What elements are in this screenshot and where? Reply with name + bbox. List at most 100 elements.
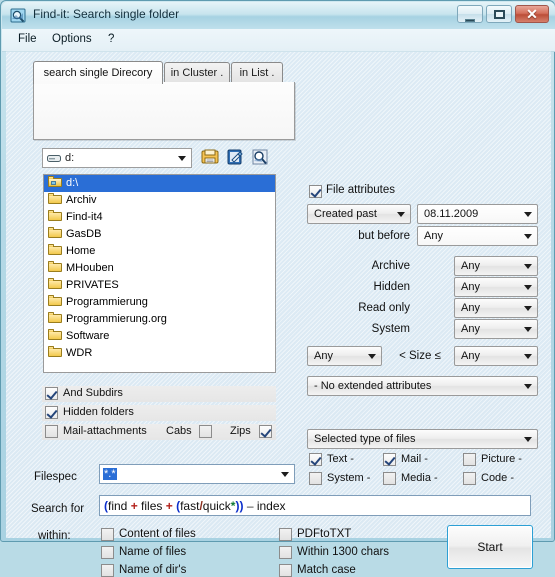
search-token: index bbox=[253, 499, 286, 513]
drive-icon bbox=[47, 154, 61, 163]
type-text-checkbox[interactable] bbox=[309, 453, 322, 466]
hidden-folders-checkbox[interactable] bbox=[45, 406, 58, 419]
tab-in-cluster[interactable]: in Cluster . bbox=[164, 62, 230, 83]
type-mail-checkbox[interactable] bbox=[383, 453, 396, 466]
type-picture-checkbox[interactable] bbox=[463, 453, 476, 466]
read-only-combobox[interactable]: Any bbox=[454, 298, 538, 318]
tree-item[interactable]: MHouben bbox=[44, 260, 275, 277]
name-of-dirs-checkbox[interactable] bbox=[101, 564, 114, 577]
tree-item[interactable]: Archiv bbox=[44, 192, 275, 209]
read-only-label: Read only bbox=[358, 302, 410, 314]
client-area: search single Direcory in Cluster . in L… bbox=[6, 51, 551, 577]
archive-label: Archive bbox=[371, 260, 410, 272]
created-combobox[interactable]: Created past bbox=[307, 204, 411, 224]
tab-search-single-directory[interactable]: search single Direcory bbox=[33, 61, 163, 84]
start-button-label: Start bbox=[477, 540, 503, 554]
drive-combobox[interactable]: d: bbox=[42, 148, 192, 168]
menu-item-file[interactable]: File bbox=[12, 33, 43, 48]
size-max-combobox[interactable]: Any bbox=[454, 346, 538, 366]
folder-icon bbox=[48, 312, 63, 324]
folder-icon bbox=[48, 210, 63, 222]
tree-item[interactable]: Programmierung.org bbox=[44, 311, 275, 328]
extended-attributes-combobox[interactable]: - No extended attributes bbox=[307, 376, 538, 396]
search-for-label: Search for bbox=[31, 503, 85, 515]
save-icon[interactable] bbox=[200, 147, 220, 167]
search-token: + bbox=[130, 499, 138, 513]
tree-item[interactable]: PRIVATES bbox=[44, 277, 275, 294]
cabs-checkbox[interactable] bbox=[199, 425, 212, 438]
match-case-checkbox[interactable] bbox=[279, 564, 292, 577]
tree-item[interactable]: d:\ bbox=[44, 175, 275, 192]
match-case-label: Match case bbox=[297, 564, 356, 576]
date-combobox[interactable]: 08.11.2009 bbox=[417, 204, 538, 224]
type-system-label: System - bbox=[327, 472, 371, 484]
tree-item-label: d:\ bbox=[66, 177, 79, 189]
but-before-label: but before bbox=[358, 230, 410, 242]
name-of-files-checkbox[interactable] bbox=[101, 546, 114, 559]
close-button[interactable]: ✕ bbox=[515, 5, 549, 23]
mail-attachments-checkbox[interactable] bbox=[45, 425, 58, 438]
find-icon[interactable] bbox=[250, 147, 270, 167]
chevron-down-icon bbox=[178, 156, 186, 161]
tree-item[interactable]: Programmierung bbox=[44, 294, 275, 311]
within-chars-checkbox[interactable] bbox=[279, 546, 292, 559]
size-max-value: Any bbox=[461, 350, 480, 362]
content-of-files-checkbox[interactable] bbox=[101, 528, 114, 541]
search-query-value: (find + files + (fast/quick*)) – index bbox=[104, 499, 286, 513]
tree-item[interactable]: Software bbox=[44, 328, 275, 345]
tree-item-label: WDR bbox=[66, 347, 93, 359]
filespec-combobox[interactable]: *.* bbox=[99, 464, 295, 484]
archive-combobox[interactable]: Any bbox=[454, 256, 538, 276]
tree-item[interactable]: Find-it4 bbox=[44, 209, 275, 226]
file-type-combobox[interactable]: Selected type of files bbox=[307, 429, 538, 449]
tab-strip: search single Direcory in Cluster . in L… bbox=[33, 61, 293, 84]
title-bar: Find-it: Search single folder ✕ bbox=[2, 2, 555, 29]
size-min-value: Any bbox=[314, 350, 333, 362]
tree-item-label: Software bbox=[66, 330, 110, 342]
and-subdirs-checkbox[interactable] bbox=[45, 387, 58, 400]
zips-checkbox[interactable] bbox=[259, 425, 272, 438]
system-value: Any bbox=[461, 323, 480, 335]
menu-item-help[interactable]: ? bbox=[102, 33, 120, 48]
size-min-combobox[interactable]: Any bbox=[307, 346, 382, 366]
type-media-checkbox[interactable] bbox=[383, 472, 396, 485]
folder-icon bbox=[48, 193, 63, 205]
content-of-files-label: Content of files bbox=[119, 528, 196, 540]
hidden-label: Hidden bbox=[373, 281, 410, 293]
folder-icon bbox=[48, 329, 63, 341]
folder-icon bbox=[48, 244, 63, 256]
pdftotxt-checkbox[interactable] bbox=[279, 528, 292, 541]
start-button[interactable]: Start bbox=[447, 525, 533, 569]
close-icon: ✕ bbox=[526, 5, 538, 22]
tab-page-panel bbox=[33, 82, 295, 140]
date-value: 08.11.2009 bbox=[424, 208, 479, 220]
type-system-checkbox[interactable] bbox=[309, 472, 322, 485]
tree-item-label: MHouben bbox=[66, 262, 114, 274]
tree-item[interactable]: GasDB bbox=[44, 226, 275, 243]
chevron-down-icon bbox=[524, 285, 532, 290]
folder-tree[interactable]: d:\ Archiv Find-it4 GasDB Home MHouben P… bbox=[43, 174, 276, 373]
but-before-combobox[interactable]: Any bbox=[417, 226, 538, 246]
tree-item[interactable]: Home bbox=[44, 243, 275, 260]
menu-item-options[interactable]: Options bbox=[46, 33, 98, 48]
system-combobox[interactable]: Any bbox=[454, 319, 538, 339]
tab-in-list[interactable]: in List . bbox=[231, 62, 283, 83]
chevron-down-icon bbox=[281, 472, 289, 477]
search-query-input[interactable]: (find + files + (fast/quick*)) – index bbox=[99, 495, 531, 516]
minimize-button[interactable] bbox=[457, 5, 483, 23]
hidden-combobox[interactable]: Any bbox=[454, 277, 538, 297]
menu-bar: File Options ? bbox=[2, 29, 555, 52]
tree-item-label: Find-it4 bbox=[66, 211, 103, 223]
file-attributes-checkbox[interactable] bbox=[309, 185, 322, 198]
file-attributes-label: File attributes bbox=[326, 184, 396, 196]
minimize-icon bbox=[458, 6, 482, 25]
edit-icon[interactable] bbox=[225, 147, 245, 167]
read-only-value: Any bbox=[461, 302, 480, 314]
maximize-button[interactable] bbox=[486, 5, 512, 23]
chevron-down-icon bbox=[524, 354, 532, 359]
zips-label: Zips bbox=[230, 425, 251, 437]
chevron-down-icon bbox=[524, 234, 532, 239]
type-code-checkbox[interactable] bbox=[463, 472, 476, 485]
tree-item[interactable]: WDR bbox=[44, 345, 275, 362]
tree-item-label: GasDB bbox=[66, 228, 102, 240]
